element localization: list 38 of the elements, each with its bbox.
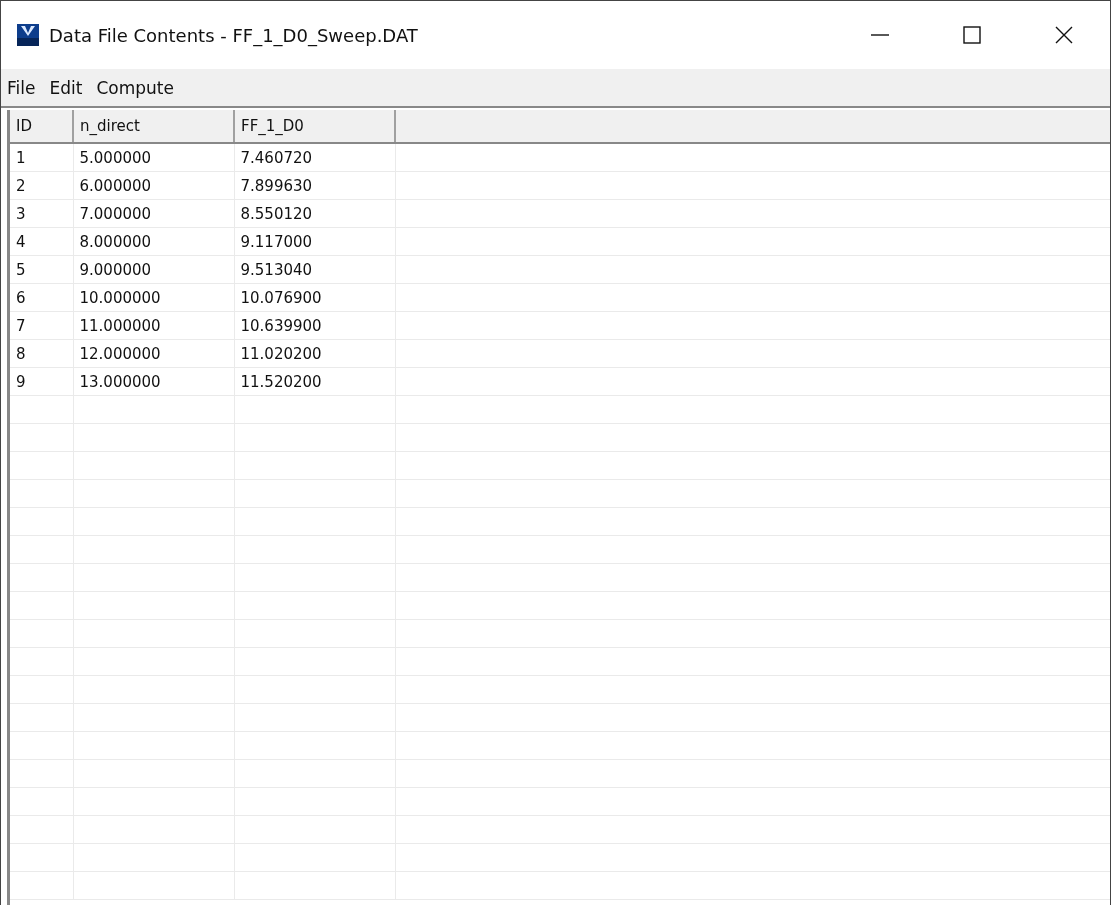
table-cell: 8.000000 xyxy=(73,227,234,256)
table-cell: 8 xyxy=(10,339,73,368)
table-cell: 9.513040 xyxy=(234,255,395,284)
table-cell: 11.000000 xyxy=(73,311,234,340)
table-cell: 9.117000 xyxy=(234,227,395,256)
table-cell: 6.000000 xyxy=(73,171,234,200)
minimize-icon xyxy=(870,34,890,36)
table-cell: 7.460720 xyxy=(234,143,395,172)
app-icon xyxy=(17,24,39,46)
table-cell: 7.000000 xyxy=(73,199,234,228)
table-cell: 1 xyxy=(10,143,73,172)
menu-item[interactable]: File xyxy=(7,77,36,98)
table-cell: 10.076900 xyxy=(234,283,395,312)
window-title: Data File Contents - FF_1_D0_Sweep.DAT xyxy=(49,24,418,46)
table-cell: 4 xyxy=(10,227,73,256)
table-cell: 9 xyxy=(10,367,73,396)
table-cell: 5.000000 xyxy=(73,143,234,172)
column-header[interactable]: FF_1_D0 xyxy=(234,110,395,143)
table-cell: 12.000000 xyxy=(73,339,234,368)
table-cell: 6 xyxy=(10,283,73,312)
close-icon xyxy=(1054,25,1074,45)
table-cell: 2 xyxy=(10,171,73,200)
table-cell: 13.000000 xyxy=(73,367,234,396)
table-cell: 7.899630 xyxy=(234,171,395,200)
maximize-icon xyxy=(962,25,982,45)
menu-item[interactable]: Compute xyxy=(96,77,174,98)
table-cell: 11.020200 xyxy=(234,339,395,368)
table-cell: 10.000000 xyxy=(73,283,234,312)
column-header[interactable]: ID xyxy=(10,110,73,143)
table-cell: 8.550120 xyxy=(234,199,395,228)
table-cell: 7 xyxy=(10,311,73,340)
table-cell: 3 xyxy=(10,199,73,228)
table-cell: 11.520200 xyxy=(234,367,395,396)
column-header[interactable]: n_direct xyxy=(73,110,234,143)
table-cell: 5 xyxy=(10,255,73,284)
menu-item[interactable]: Edit xyxy=(49,77,83,98)
table-cell: 9.000000 xyxy=(73,255,234,284)
table-cell: 10.639900 xyxy=(234,311,395,340)
